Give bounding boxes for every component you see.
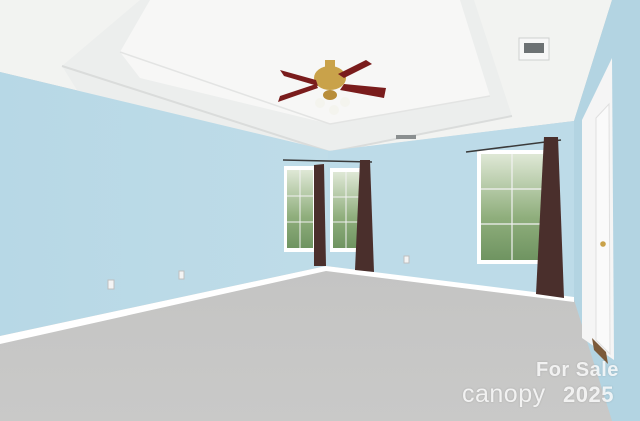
room-illustration <box>0 0 640 421</box>
room-photo: For Sale canopy 2025 <box>0 0 640 421</box>
air-vent-icon <box>518 37 550 61</box>
window-left <box>284 166 316 252</box>
watermark-year: 2025 <box>563 382 614 407</box>
curtain-1 <box>314 164 326 266</box>
wall-outlet-1 <box>107 279 115 290</box>
wall-outlet-2 <box>178 270 185 280</box>
wall-outlet-3 <box>403 255 410 264</box>
small-vent <box>396 135 416 139</box>
watermark-for-sale: For Sale <box>536 359 619 381</box>
watermark-brand: canopy <box>462 380 546 408</box>
window-right <box>477 150 547 264</box>
door-knob <box>600 241 606 247</box>
